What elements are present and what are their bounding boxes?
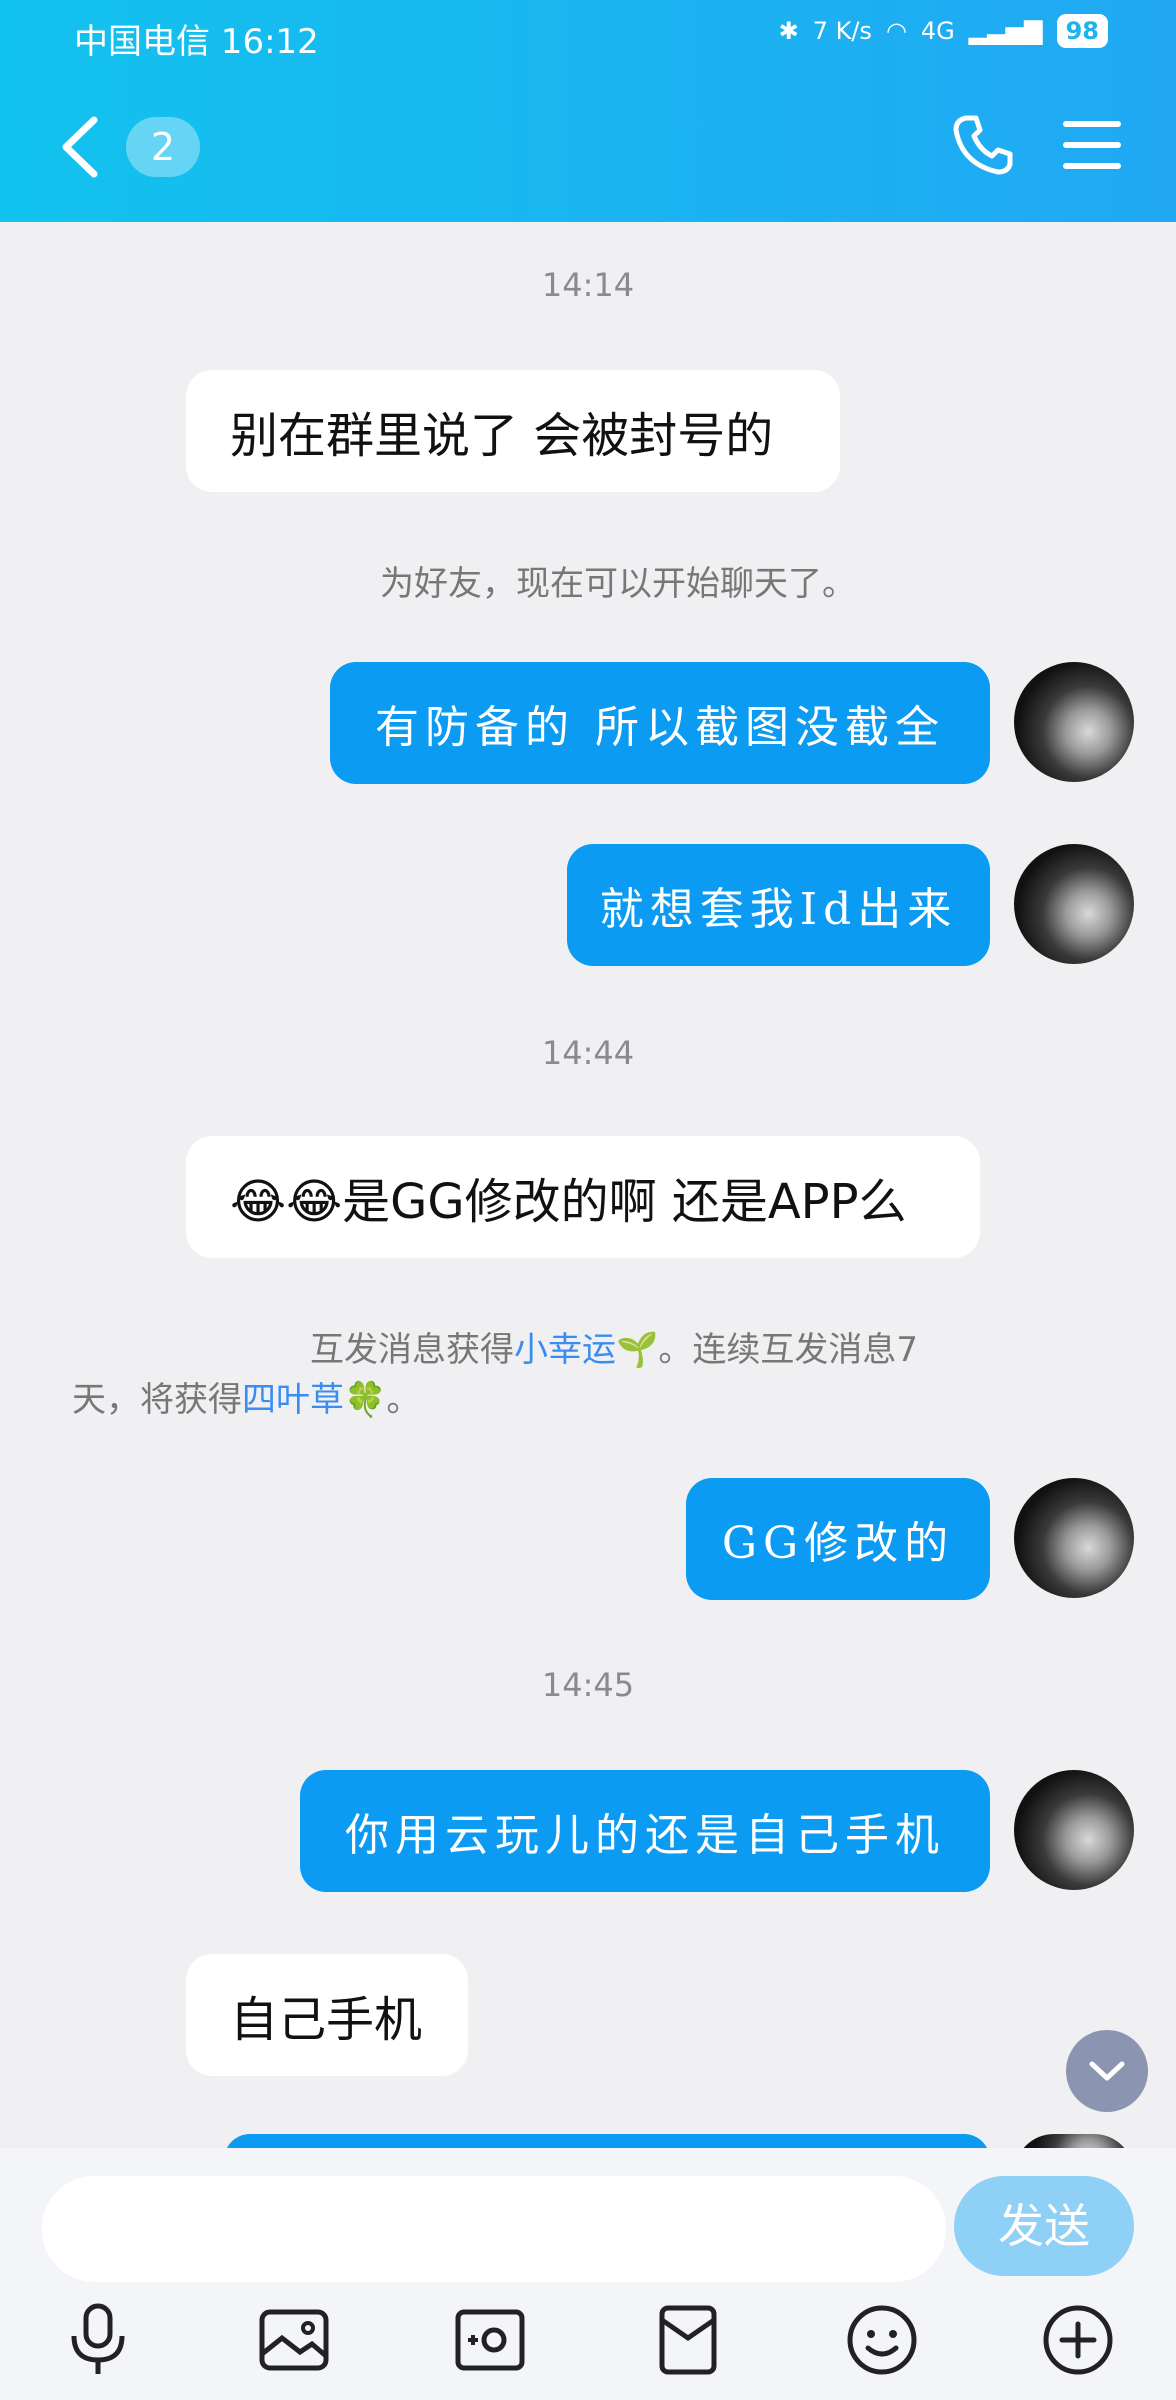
scroll-down-icon[interactable] — [1066, 2030, 1148, 2112]
chat-header: 中国电信 16:12 ✱ 7 K/s ◠ 4G ▂▃▅▇ 98 2 — [0, 0, 1176, 222]
sprout-icon: 🌱 — [616, 1330, 659, 1370]
battery-indicator: 98 — [1056, 14, 1108, 48]
send-button[interactable]: 发送 — [954, 2176, 1134, 2276]
incoming-message[interactable]: 😂😂是GG修改的啊 还是APP么 — [186, 1136, 980, 1258]
system-notice-text: 。连续互发消息7 — [658, 1330, 918, 1370]
timestamp: 14:14 — [541, 266, 635, 304]
system-notice: 为好友，现在可以开始聊天了。 — [380, 564, 856, 604]
wifi-icon: ◠ — [885, 17, 907, 45]
system-notice-text: 。 — [386, 1380, 421, 1420]
user-avatar[interactable] — [1014, 844, 1134, 964]
outgoing-message[interactable]: 有防备的 所以截图没截全 — [330, 662, 990, 784]
system-notice-text: 天，将获得 — [72, 1380, 242, 1420]
microphone-icon[interactable] — [60, 2302, 136, 2378]
outgoing-message[interactable]: GG修改的 — [686, 1478, 990, 1600]
system-notice-line2: 天，将获得四叶草🍀。 — [72, 1372, 420, 1421]
incoming-message[interactable]: 自己手机 — [186, 1954, 468, 2076]
image-icon[interactable] — [256, 2302, 332, 2378]
bluetooth-icon: ✱ — [778, 17, 799, 45]
outgoing-message[interactable]: 就想套我Id出来 — [567, 844, 990, 966]
camera-icon[interactable] — [452, 2302, 528, 2378]
clover-link[interactable]: 四叶草 — [242, 1380, 344, 1420]
clover-icon: 🍀 — [344, 1380, 387, 1420]
system-notice-line1: 互发消息获得小幸运🌱。连续互发消息7 — [310, 1322, 918, 1371]
timestamp: 14:45 — [541, 1666, 635, 1704]
menu-icon[interactable] — [1062, 118, 1122, 172]
emoji-icon[interactable] — [844, 2302, 920, 2378]
signal-icon: ▂▃▅▇ — [968, 17, 1043, 45]
plus-icon[interactable] — [1040, 2302, 1116, 2378]
message-input[interactable] — [42, 2176, 946, 2282]
user-avatar[interactable] — [1014, 1478, 1134, 1598]
status-carrier-time: 中国电信 16:12 — [74, 22, 319, 62]
phone-call-icon[interactable] — [952, 112, 1016, 176]
small-luck-link[interactable]: 小幸运 — [514, 1330, 616, 1370]
user-avatar[interactable] — [1014, 662, 1134, 782]
unread-count-badge[interactable]: 2 — [126, 117, 200, 177]
system-notice-text: 互发消息获得 — [310, 1330, 514, 1370]
outgoing-message[interactable]: 你用云玩儿的还是自己手机 — [300, 1770, 990, 1892]
signal-label: 4G — [920, 17, 955, 45]
timestamp: 14:44 — [541, 1034, 635, 1072]
user-avatar[interactable] — [1014, 1770, 1134, 1890]
incoming-message[interactable]: 别在群里说了 会被封号的 — [186, 370, 840, 492]
status-icons: ✱ 7 K/s ◠ 4G ▂▃▅▇ 98 — [779, 14, 1108, 48]
net-speed: 7 K/s — [812, 17, 872, 45]
red-packet-icon[interactable] — [650, 2302, 726, 2378]
back-icon[interactable] — [56, 112, 106, 182]
